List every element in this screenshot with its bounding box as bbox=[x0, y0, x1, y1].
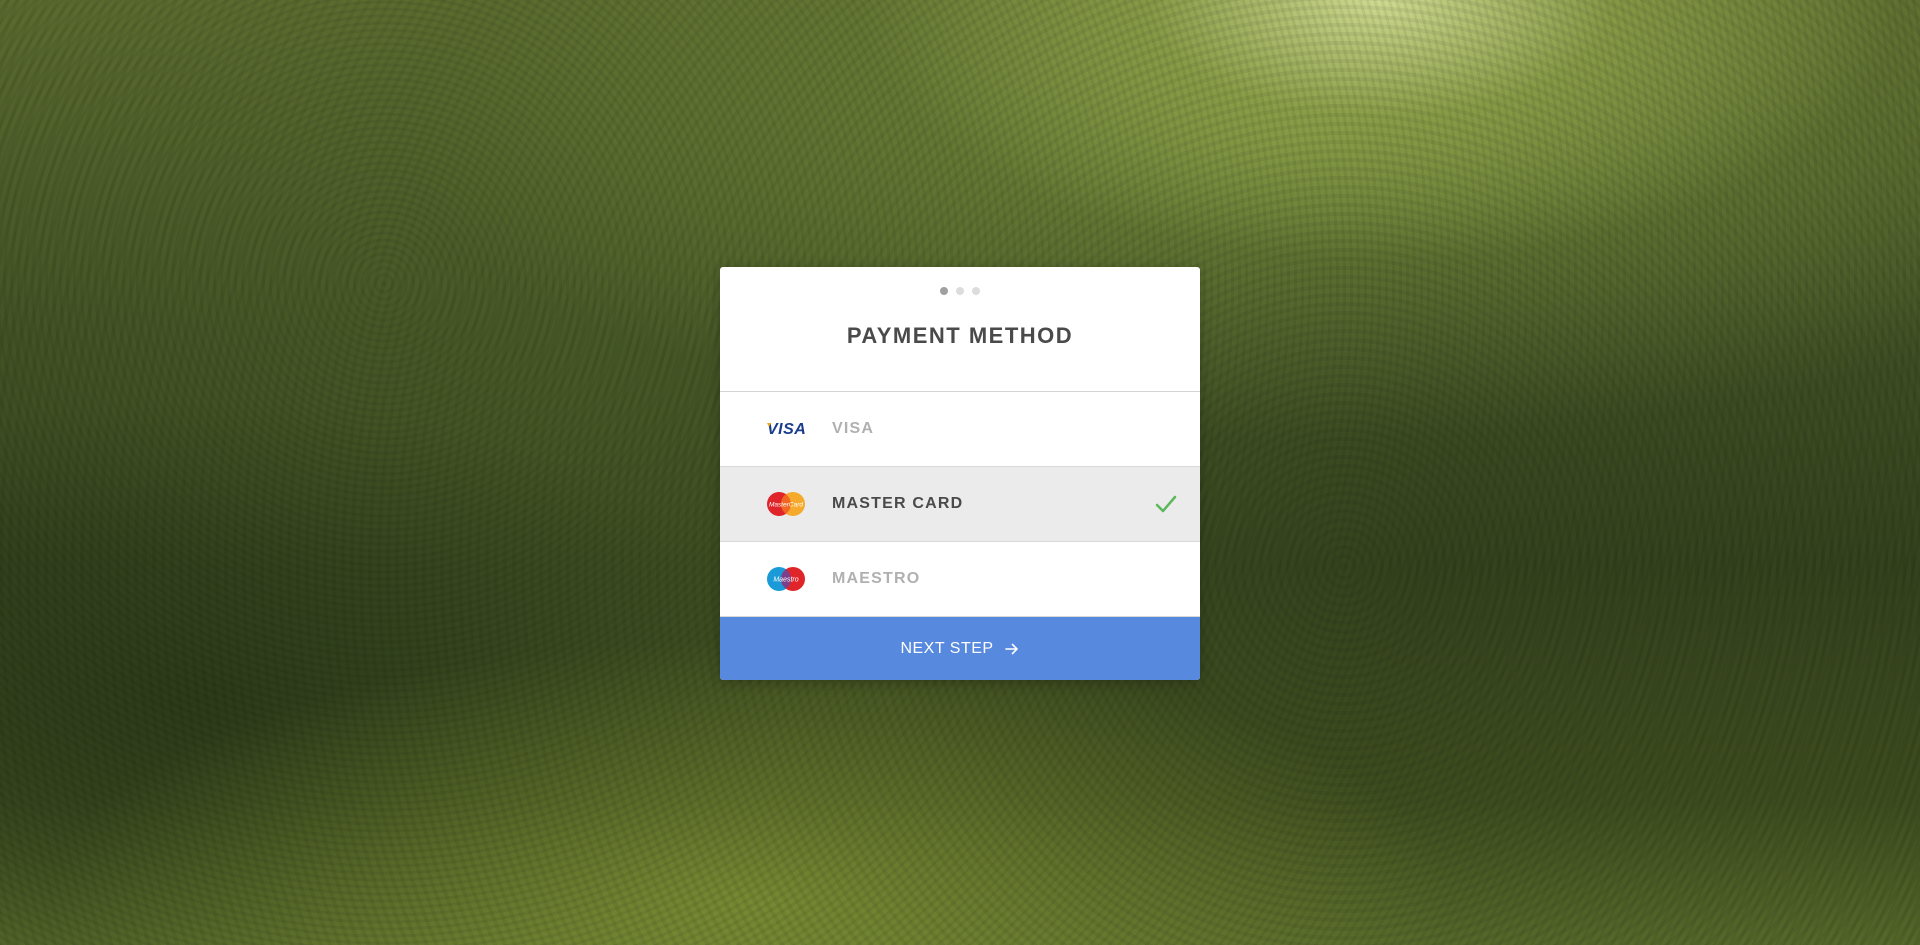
option-mastercard[interactable]: MasterCard MASTER CARD bbox=[720, 467, 1200, 542]
option-maestro[interactable]: Maestro MAESTRO bbox=[720, 542, 1200, 617]
option-visa[interactable]: VISA VISA bbox=[720, 392, 1200, 467]
option-label: MASTER CARD bbox=[832, 495, 964, 512]
next-step-button[interactable]: NEXT STEP bbox=[720, 617, 1200, 680]
check-icon bbox=[1155, 495, 1177, 513]
next-step-label: NEXT STEP bbox=[900, 639, 994, 657]
maestro-logo: Maestro bbox=[764, 565, 808, 593]
step-indicator bbox=[720, 287, 1200, 295]
svg-text:MasterCard: MasterCard bbox=[769, 502, 803, 509]
arrow-right-icon bbox=[1004, 643, 1018, 654]
step-dot-1 bbox=[940, 287, 948, 295]
option-label: VISA bbox=[832, 420, 875, 437]
step-dot-3 bbox=[972, 287, 980, 295]
svg-text:Maestro: Maestro bbox=[773, 577, 798, 584]
payment-method-card: PAYMENT METHOD VISA VISA MasterCard MAST… bbox=[720, 267, 1200, 680]
visa-logo: VISA bbox=[764, 415, 808, 443]
svg-text:VISA: VISA bbox=[767, 421, 806, 438]
option-label: MAESTRO bbox=[832, 570, 921, 587]
card-header: PAYMENT METHOD bbox=[720, 267, 1200, 392]
step-dot-2 bbox=[956, 287, 964, 295]
mastercard-logo: MasterCard bbox=[764, 490, 808, 518]
page-title: PAYMENT METHOD bbox=[846, 323, 1074, 348]
